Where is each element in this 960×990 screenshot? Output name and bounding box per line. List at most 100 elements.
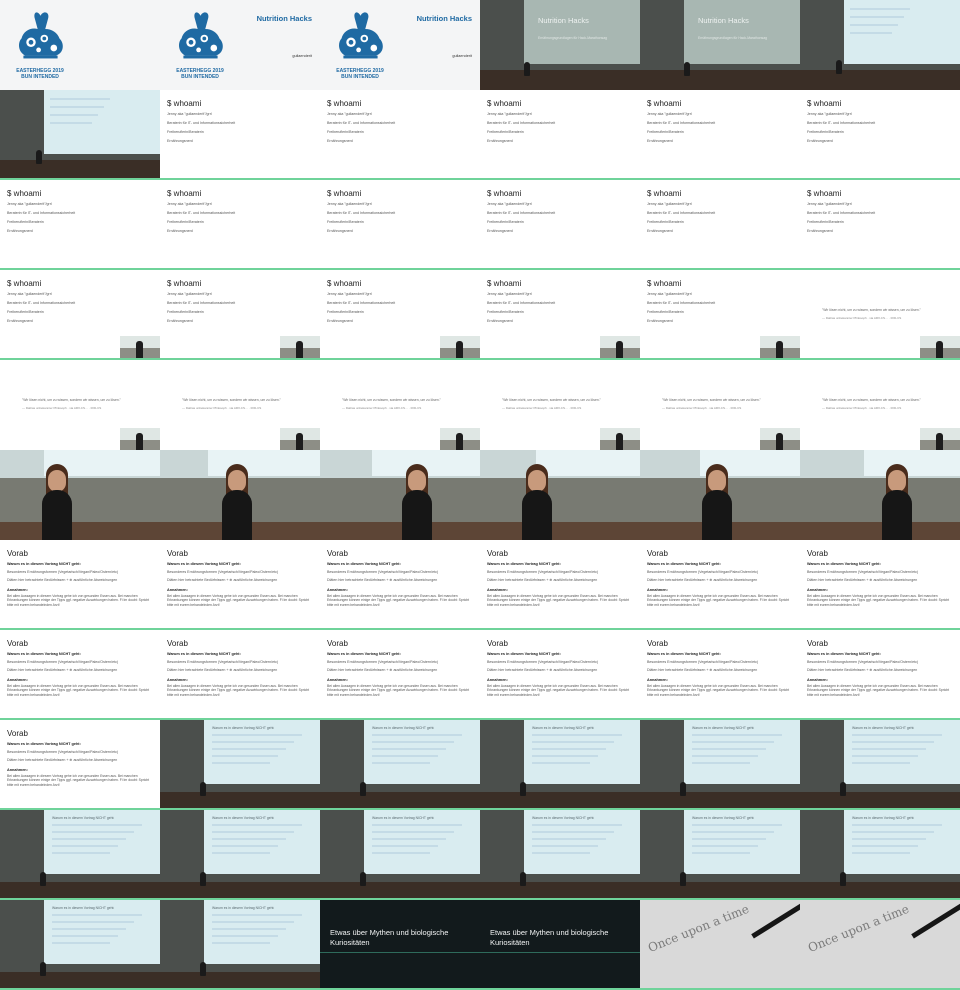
vorab-title: Vorab	[7, 729, 28, 738]
slide-thumbnail[interactable]	[480, 450, 640, 540]
whoami-line: Jenny aka "gullaenderit"/grrl	[327, 112, 372, 116]
slide-thumbnail[interactable]: Etwas über Mythen und biologische Kurios…	[320, 900, 480, 990]
slide-thumbnail[interactable]	[800, 450, 960, 540]
whoami-line: Freiberuflerin/Beraterin	[487, 310, 524, 314]
slide-thumbnail[interactable]: Vorab Warum es in diesem Vortrag NICHT ge…	[480, 630, 640, 720]
slide-thumbnail[interactable]: Vorab Warum es in diesem Vortrag NICHT ge…	[800, 540, 960, 630]
slide-thumbnail[interactable]	[0, 90, 160, 180]
talk-subtitle: Ernährungsgrundlagen für Hack-Marathonsa…	[698, 36, 767, 40]
slide-thumbnail[interactable]: Vorab Warum es in diesem Vortrag NICHT ge…	[320, 630, 480, 720]
slide-thumbnail[interactable]: "Wir lösen nicht, um zu wissen, sondern …	[800, 270, 960, 360]
slide-thumbnail[interactable]: $ whoami Jenny aka "gullaenderit"/grrl Ber…	[800, 180, 960, 270]
slide-thumbnail[interactable]: Vorab Warum es in diesem Vortrag NICHT ge…	[0, 720, 160, 810]
slide-thumbnail[interactable]: $ whoami Jenny aka "gullaenderit"/grrl Ber…	[640, 270, 800, 360]
speaker-head	[528, 470, 546, 492]
slide-thumbnail[interactable]: Warum es in diesem Vortrag NICHT geht:	[800, 720, 960, 810]
slide-thumbnail[interactable]: EASTERHEGG 2019 BUN INTENDED Nutrition Hac…	[160, 0, 320, 90]
screen-text-line	[692, 762, 750, 764]
slide-thumbnail[interactable]: $ whoami Jenny aka "gullaenderit"/grrl Ber…	[800, 90, 960, 180]
slide-thumbnail[interactable]	[640, 450, 800, 540]
slide-thumbnail[interactable]: $ whoami Jenny aka "gullaenderit"/grrl Ber…	[480, 180, 640, 270]
slide-thumbnail[interactable]: Warum es in diesem Vortrag NICHT geht:	[800, 810, 960, 900]
slide-thumbnail[interactable]: Vorab Warum es in diesem Vortrag NICHT ge…	[0, 630, 160, 720]
screen-text-line	[372, 852, 430, 854]
vorab-question-line: Besonderes Ernährungsformen (Vegetarisch…	[167, 570, 279, 574]
slide-thumbnail[interactable]: Warum es in diesem Vortrag NICHT geht:	[480, 720, 640, 810]
slide-thumbnail[interactable]: Vorab Warum es in diesem Vortrag NICHT ge…	[160, 630, 320, 720]
screen-text-line	[692, 755, 758, 757]
whoami-line: Freiberuflerin/Beraterin	[167, 130, 204, 134]
slide-thumbnail[interactable]: "Wir lösen nicht, um zu wissen, sondern …	[800, 360, 960, 450]
slide-thumbnail[interactable]: Vorab Warum es in diesem Vortrag NICHT ge…	[160, 540, 320, 630]
slide-thumbnail[interactable]: Warum es in diesem Vortrag NICHT geht:	[320, 810, 480, 900]
slide-thumbnail[interactable]: Warum es in diesem Vortrag NICHT geht:	[0, 810, 160, 900]
screen-text-line	[212, 914, 302, 916]
vorab-assumptions-heading: Annahmen:	[327, 588, 348, 592]
screen-text-line	[372, 824, 462, 826]
slide-thumbnail[interactable]: EASTERHEGG 2019 BUN INTENDED	[0, 0, 160, 90]
slide-thumbnail[interactable]: Vorab Warum es in diesem Vortrag NICHT ge…	[480, 540, 640, 630]
vorab-question-line: Diäten hier betrachtete Bedürfnissen + ⊕…	[327, 578, 438, 582]
slide-thumbnail[interactable]: "Wir lösen nicht, um zu wissen, sondern …	[480, 360, 640, 450]
slide-thumbnail[interactable]: Warum es in diesem Vortrag NICHT geht:	[160, 900, 320, 990]
slide-thumbnail[interactable]: Warum es in diesem Vortrag NICHT geht:	[640, 720, 800, 810]
slide-thumbnail[interactable]: $ whoami Jenny aka "gullaenderit"/grrl Ber…	[0, 270, 160, 360]
slide-thumbnail[interactable]: Vorab Warum es in diesem Vortrag NICHT ge…	[320, 540, 480, 630]
slide-thumbnail[interactable]: "Wir lösen nicht, um zu wissen, sondern …	[0, 360, 160, 450]
slide-thumbnail[interactable]: $ whoami Jenny aka "gullaenderit"/grrl Ber…	[640, 180, 800, 270]
vorab-question-line: Diäten hier betrachtete Bedürfnissen + ⊕…	[167, 668, 278, 672]
slide-thumbnail[interactable]: Vorab Warum es in diesem Vortrag NICHT ge…	[800, 630, 960, 720]
slide-thumbnail[interactable]: $ whoami Jenny aka "gullaenderit"/grrl Ber…	[480, 90, 640, 180]
screen-heading: Warum es in diesem Vortrag NICHT geht:	[372, 816, 435, 820]
slide-thumbnail[interactable]: $ whoami Jenny aka "gullaenderit"/grrl Ber…	[320, 270, 480, 360]
vorab-question-heading: Warum es in diesem Vortrag NICHT geht:	[807, 562, 881, 566]
whoami-title: $ whoami	[487, 279, 522, 288]
slide-thumbnail[interactable]: $ whoami Jenny aka "gullaenderit"/grrl Ber…	[0, 180, 160, 270]
speaker-handle: gullaenderit	[292, 54, 312, 58]
quote-source: — Daliras unbekannter Philosoph · via AR…	[342, 406, 422, 410]
screen-text-line	[852, 748, 926, 750]
slide-thumbnail[interactable]: Warum es in diesem Vortrag NICHT geht:	[480, 810, 640, 900]
slide-thumbnail[interactable]: Etwas über Mythen und biologische Kurios…	[480, 900, 640, 990]
screen-text-line	[372, 734, 462, 736]
slide-thumbnail[interactable]: $ whoami Jenny aka "gullaenderit"/grrl Ber…	[640, 90, 800, 180]
slide-thumbnail[interactable]: $ whoami Jenny aka "gullaenderit"/grrl Ber…	[160, 270, 320, 360]
slide-thumbnail[interactable]: Warum es in diesem Vortrag NICHT geht:	[640, 810, 800, 900]
whoami-title: $ whoami	[487, 189, 522, 198]
slide-thumbnail[interactable]	[320, 450, 480, 540]
screen-text-line	[52, 935, 118, 937]
slide-thumbnail[interactable]: "Wir lösen nicht, um zu wissen, sondern …	[160, 360, 320, 450]
slide-thumbnail[interactable]: "Wir lösen nicht, um zu wissen, sondern …	[640, 360, 800, 450]
slide-thumbnail[interactable]: $ whoami Jenny aka "gullaenderit"/grrl Ber…	[480, 270, 640, 360]
slide-thumbnail[interactable]	[0, 450, 160, 540]
slide-thumbnail[interactable]: Warum es in diesem Vortrag NICHT geht:	[320, 720, 480, 810]
slide-thumbnail[interactable]: Warum es in diesem Vortrag NICHT geht:	[0, 900, 160, 990]
slide-thumbnail[interactable]	[160, 450, 320, 540]
slide-thumbnail[interactable]: "Wir lösen nicht, um zu wissen, sondern …	[320, 360, 480, 450]
screen-heading: Warum es in diesem Vortrag NICHT geht:	[212, 816, 275, 820]
screen-text-line	[52, 852, 110, 854]
speaker	[936, 341, 943, 358]
whoami-title: $ whoami	[487, 99, 522, 108]
slide-thumbnail[interactable]: Once upon a time	[800, 900, 960, 990]
slide-thumbnail[interactable]: Vorab Warum es in diesem Vortrag NICHT ge…	[0, 540, 160, 630]
slide-thumbnail[interactable]: $ whoami Jenny aka "gullaenderit"/grrl Ber…	[160, 90, 320, 180]
screen-text-line	[212, 921, 294, 923]
slide-thumbnail[interactable]	[800, 0, 960, 90]
slide-thumbnail[interactable]: EASTERHEGG 2019 BUN INTENDED Nutrition Hac…	[320, 0, 480, 90]
screen-text-line	[212, 942, 270, 944]
speaker-camera-thumbnail	[440, 336, 480, 358]
slide-thumbnail[interactable]: $ whoami Jenny aka "gullaenderit"/grrl Ber…	[160, 180, 320, 270]
slide-thumbnail[interactable]: Warum es in diesem Vortrag NICHT geht:	[160, 720, 320, 810]
vorab-title: Vorab	[167, 639, 188, 648]
slide-thumbnail[interactable]: Vorab Warum es in diesem Vortrag NICHT ge…	[640, 630, 800, 720]
whoami-title: $ whoami	[167, 279, 202, 288]
slide-thumbnail[interactable]: Nutrition Hacks Ernährungsgrundlagen für …	[480, 0, 640, 90]
slide-thumbnail[interactable]: Vorab Warum es in diesem Vortrag NICHT ge…	[640, 540, 800, 630]
slide-thumbnail[interactable]: Nutrition Hacks Ernährungsgrundlagen für …	[640, 0, 800, 90]
whoami-line: Freiberuflerin/Beraterin	[167, 220, 204, 224]
slide-thumbnail[interactable]: $ whoami Jenny aka "gullaenderit"/grrl Ber…	[320, 180, 480, 270]
slide-thumbnail[interactable]: Warum es in diesem Vortrag NICHT geht:	[160, 810, 320, 900]
slide-thumbnail[interactable]: $ whoami Jenny aka "gullaenderit"/grrl Ber…	[320, 90, 480, 180]
slide-thumbnail[interactable]: Once upon a time	[640, 900, 800, 990]
